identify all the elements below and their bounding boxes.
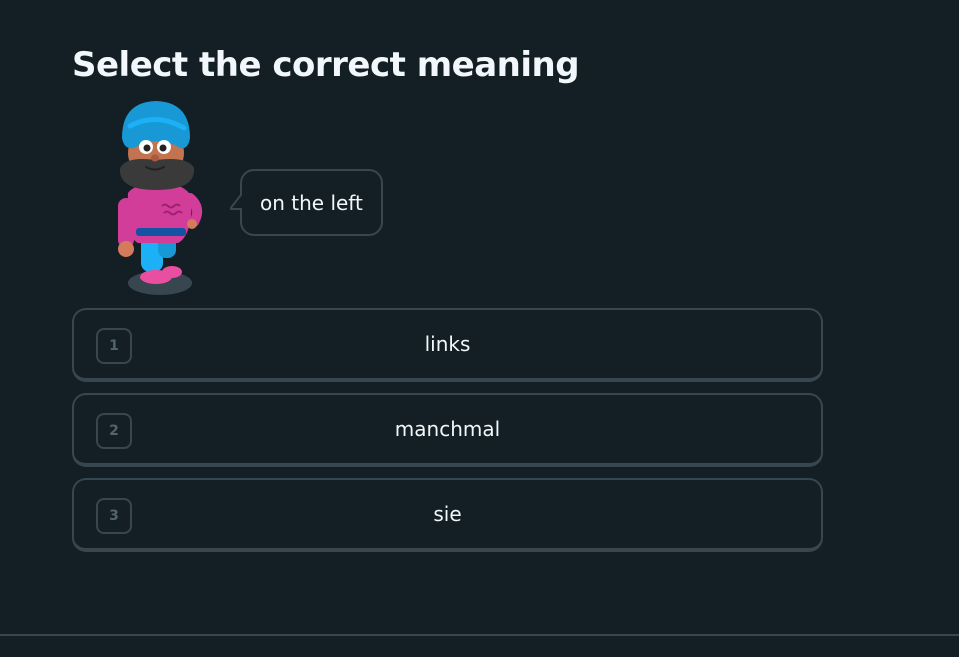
character-illustration <box>108 98 208 300</box>
answer-options: 1 links 2 manchmal 3 sie <box>72 308 823 563</box>
speech-bubble-tail-icon <box>230 191 250 211</box>
speech-bubble: on the left <box>230 169 383 236</box>
option-text: links <box>424 332 471 356</box>
option-button-2[interactable]: 2 manchmal <box>72 393 823 467</box>
option-button-1[interactable]: 1 links <box>72 308 823 382</box>
option-text: manchmal <box>394 417 501 441</box>
option-button-3[interactable]: 3 sie <box>72 478 823 552</box>
footer-divider <box>0 634 959 636</box>
prompt-text: on the left <box>260 190 363 215</box>
challenge-heading: Select the correct meaning <box>72 45 580 85</box>
character-icon <box>118 101 203 295</box>
option-text: sie <box>433 502 462 526</box>
